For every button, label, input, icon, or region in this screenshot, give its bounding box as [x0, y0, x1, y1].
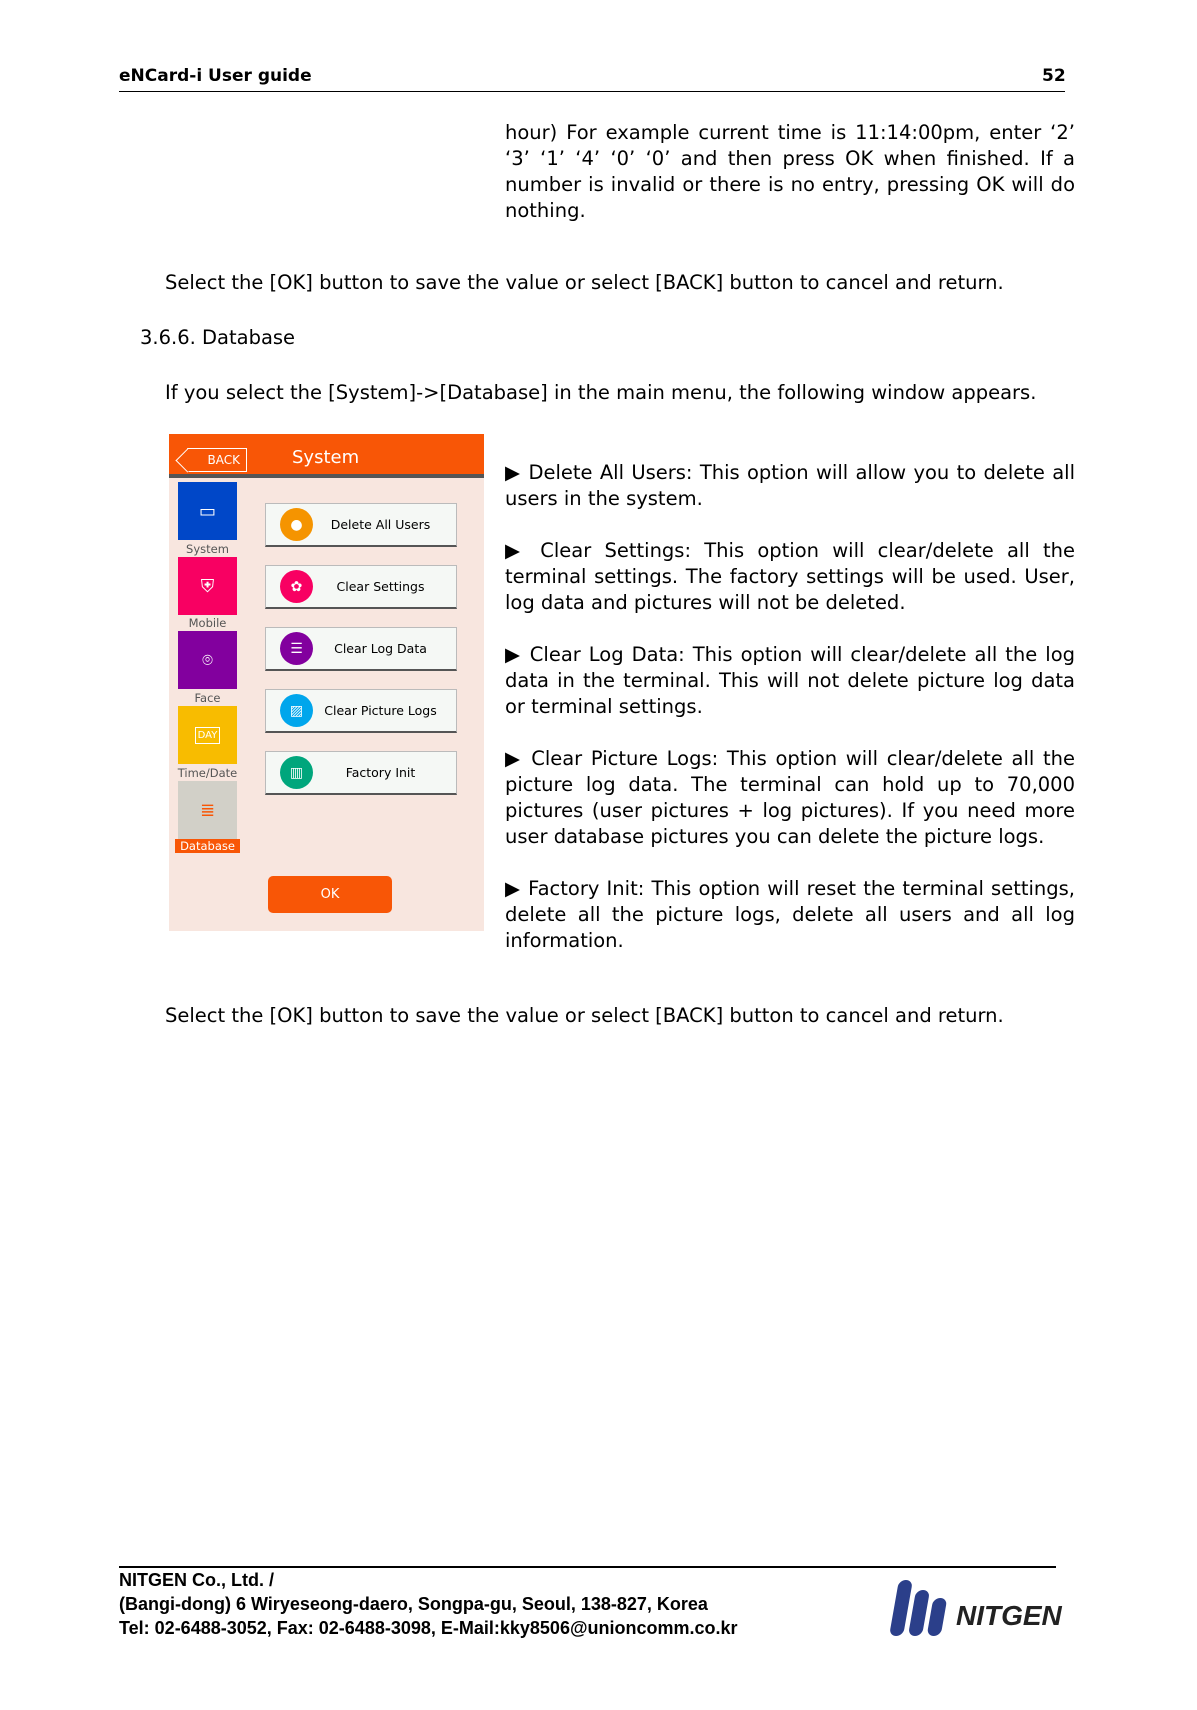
- triangle-bullet-icon: ▶: [505, 461, 522, 484]
- option-label: Delete All Users: [330, 517, 431, 532]
- bullet-text: Delete All Users: This option will allow…: [505, 461, 1076, 510]
- logo-text: NITGEN: [956, 1600, 1062, 1631]
- window-icon[interactable]: ▭: [178, 482, 237, 540]
- user-icon: ●: [280, 508, 313, 541]
- select-instruction-2: Select the [OK] button to save the value…: [165, 1004, 1004, 1027]
- sidebar-label-face: Face: [194, 691, 221, 705]
- option-label: Factory Init: [345, 765, 416, 780]
- select-instruction: Select the [OK] button to save the value…: [165, 271, 1004, 294]
- section-title: 3.6.6. Database: [140, 326, 296, 349]
- option-descriptions: ▶ Delete All Users: This option will all…: [505, 460, 1075, 980]
- triangle-bullet-icon: ▶: [505, 643, 522, 666]
- header-divider: [119, 91, 1065, 92]
- sidebar-label-database: Database: [175, 839, 240, 853]
- bullet-item: ▶ Delete All Users: This option will all…: [505, 460, 1075, 512]
- bullet-item: ▶ Clear Settings: This option will clear…: [505, 538, 1075, 616]
- option-label: Clear Settings: [336, 579, 425, 594]
- triangle-bullet-icon: ▶: [505, 877, 521, 900]
- bullet-item: ▶ Clear Picture Logs: This option will c…: [505, 746, 1075, 850]
- bullet-text: Clear Picture Logs: This option will cle…: [505, 747, 1075, 848]
- intro-paragraph: hour) For example current time is 11:14:…: [505, 121, 1075, 222]
- footer-company: NITGEN Co., Ltd. /: [119, 1570, 274, 1590]
- triangle-bullet-icon: ▶: [505, 747, 523, 770]
- calendar-day-icon[interactable]: DAY: [178, 706, 237, 764]
- footer-contact: Tel: 02-6488-3052, Fax: 02-6488-3098, E-…: [119, 1618, 738, 1638]
- trash-icon: ▥: [280, 756, 313, 789]
- option-label: Clear Picture Logs: [324, 703, 437, 718]
- list-icon: ☰: [280, 632, 313, 665]
- triangle-bullet-icon: ▶: [505, 539, 528, 562]
- option-label: Clear Log Data: [334, 641, 427, 656]
- shield-icon[interactable]: ⛨: [178, 557, 237, 615]
- clear-settings-button[interactable]: ✿ Clear Settings: [265, 565, 457, 609]
- gear-icon: ✿: [280, 570, 313, 603]
- doc-title: eNCard-i User guide: [119, 66, 312, 86]
- ok-button[interactable]: OK: [268, 876, 392, 913]
- face-scan-icon[interactable]: ⌾: [178, 631, 237, 689]
- database-icon[interactable]: ≣: [178, 781, 237, 839]
- footer-address: (Bangi-dong) 6 Wiryeseong-daero, Songpa-…: [119, 1594, 708, 1614]
- device-screenshot: BACK System ▭ System ⛨ Mobile ⌾ Face DAY…: [169, 434, 484, 931]
- bullet-text: Factory Init: This option will reset the…: [505, 877, 1075, 952]
- footer-divider: [119, 1566, 1056, 1568]
- section-intro: If you select the [System]->[Database] i…: [165, 381, 1037, 404]
- page-number: 52: [1042, 66, 1066, 86]
- bullet-item: ▶ Factory Init: This option will reset t…: [505, 876, 1075, 954]
- bullet-item: ▶ Clear Log Data: This option will clear…: [505, 642, 1075, 720]
- delete-all-users-button[interactable]: ● Delete All Users: [265, 503, 457, 547]
- device-header: BACK System: [169, 434, 484, 478]
- picture-icon: ▨: [280, 694, 313, 727]
- factory-init-button[interactable]: ▥ Factory Init: [265, 751, 457, 795]
- clear-log-data-button[interactable]: ☰ Clear Log Data: [265, 627, 457, 671]
- bullet-text: Clear Log Data: This option will clear/d…: [505, 643, 1076, 718]
- back-button[interactable]: BACK: [187, 448, 247, 472]
- device-title: System: [292, 447, 360, 468]
- nitgen-logo: NITGEN: [889, 1578, 1105, 1640]
- sidebar-label-system: System: [186, 542, 229, 556]
- sidebar-label-mobile: Mobile: [188, 616, 227, 630]
- sidebar-label-timedate: Time/Date: [177, 766, 238, 780]
- bullet-text: Clear Settings: This option will clear/d…: [505, 539, 1075, 614]
- clear-picture-logs-button[interactable]: ▨ Clear Picture Logs: [265, 689, 457, 733]
